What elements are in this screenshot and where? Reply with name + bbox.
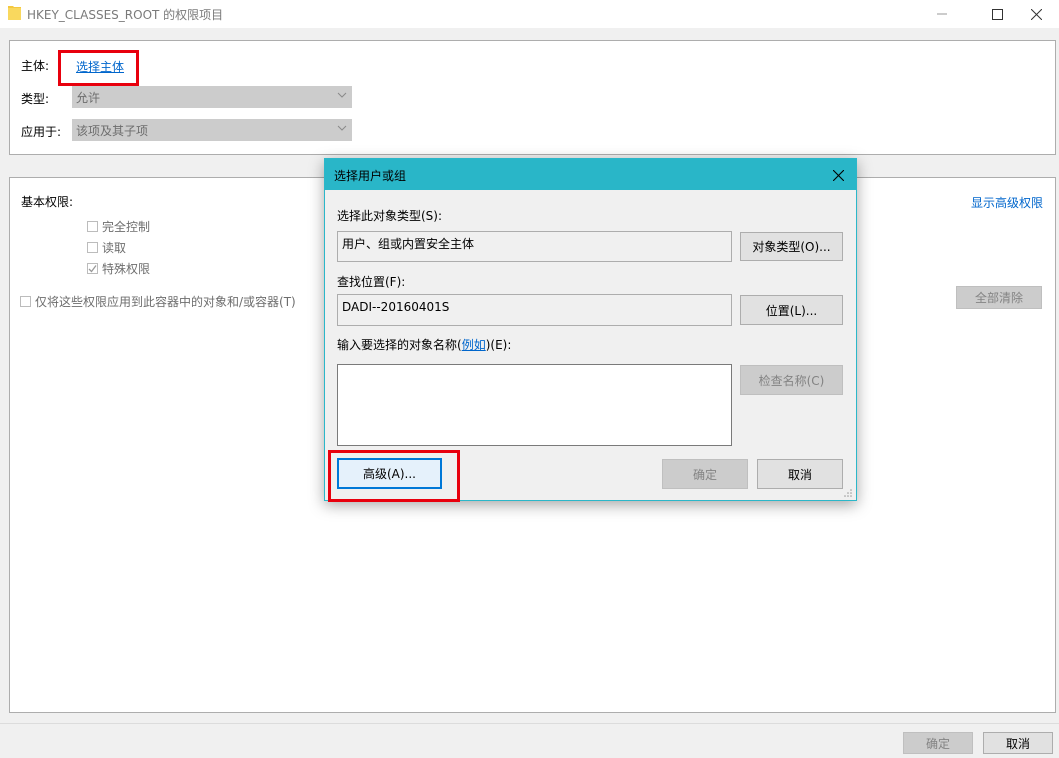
object-types-button[interactable]: 对象类型(O)...	[740, 232, 843, 261]
location-field: DADI--20160401S	[337, 294, 732, 326]
type-select[interactable]: 允许	[72, 86, 352, 108]
object-type-value: 用户、组或内置安全主体	[342, 237, 475, 251]
object-names-input[interactable]	[337, 364, 732, 446]
object-type-label: 选择此对象类型(S):	[337, 209, 443, 223]
window-title-bar[interactable]: HKEY_CLASSES_ROOT 的权限项目	[0, 0, 1059, 28]
show-advanced-permissions-link[interactable]: 显示高级权限	[971, 194, 1043, 211]
advanced-button[interactable]: 高级(A)...	[337, 458, 442, 489]
dialog-title-bar[interactable]: 选择用户或组	[325, 159, 856, 190]
read-checkbox[interactable]	[87, 242, 98, 253]
minimize-icon	[937, 13, 947, 15]
apply-only-label: 仅将这些权限应用到此容器中的对象和/或容器(T)	[35, 295, 296, 309]
footer-cancel-button[interactable]: 取消	[983, 732, 1053, 754]
type-label: 类型:	[21, 92, 50, 106]
principal-label: 主体:	[21, 59, 50, 73]
select-users-dialog: 选择用户或组 选择此对象类型(S): 用户、组或内置安全主体 对象类型(O)..…	[324, 158, 857, 502]
locations-button[interactable]: 位置(L)...	[740, 295, 843, 325]
chevron-down-icon	[337, 125, 347, 131]
applies-to-label: 应用于:	[21, 125, 62, 139]
full-control-checkbox[interactable]	[87, 221, 98, 232]
read-label: 读取	[102, 241, 127, 255]
object-type-field: 用户、组或内置安全主体	[337, 231, 732, 262]
chevron-down-icon	[337, 92, 347, 98]
applies-to-select[interactable]: 该项及其子项	[72, 119, 352, 141]
close-icon	[832, 169, 844, 181]
location-label: 查找位置(F):	[337, 275, 406, 289]
full-control-label: 完全控制	[102, 220, 151, 234]
applies-to-select-value: 该项及其子项	[76, 124, 149, 138]
dialog-ok-button[interactable]: 确定	[662, 459, 748, 489]
maximize-icon	[991, 8, 1003, 20]
close-button[interactable]	[1013, 0, 1059, 28]
examples-link[interactable]: 例如	[462, 338, 486, 352]
minimize-button[interactable]	[919, 0, 965, 28]
checkmark-icon	[88, 265, 97, 273]
location-value: DADI--20160401S	[342, 300, 450, 314]
basic-permissions-heading: 基本权限:	[21, 195, 74, 209]
window-title: HKEY_CLASSES_ROOT 的权限项目	[27, 8, 224, 22]
clear-all-button[interactable]: 全部清除	[956, 286, 1042, 309]
object-names-label: 输入要选择的对象名称(例如)(E):	[337, 336, 511, 353]
object-names-label-suffix: )(E):	[485, 338, 512, 352]
apply-only-checkbox[interactable]	[20, 296, 31, 307]
select-principal-link[interactable]: 选择主体	[76, 58, 124, 75]
dialog-close-button[interactable]	[823, 165, 853, 185]
object-names-label-text: 输入要选择的对象名称(	[337, 338, 462, 352]
folder-icon	[8, 6, 21, 20]
special-permissions-checkbox[interactable]	[87, 263, 98, 274]
dialog-cancel-button[interactable]: 取消	[757, 459, 843, 489]
footer-bar	[0, 723, 1059, 758]
close-icon	[1030, 8, 1042, 20]
special-permissions-label: 特殊权限	[102, 262, 151, 276]
check-names-button[interactable]: 检查名称(C)	[740, 365, 843, 395]
dialog-title: 选择用户或组	[334, 169, 407, 183]
type-select-value: 允许	[76, 91, 101, 105]
resize-grip-icon[interactable]	[843, 488, 853, 498]
footer-ok-button[interactable]: 确定	[903, 732, 973, 754]
